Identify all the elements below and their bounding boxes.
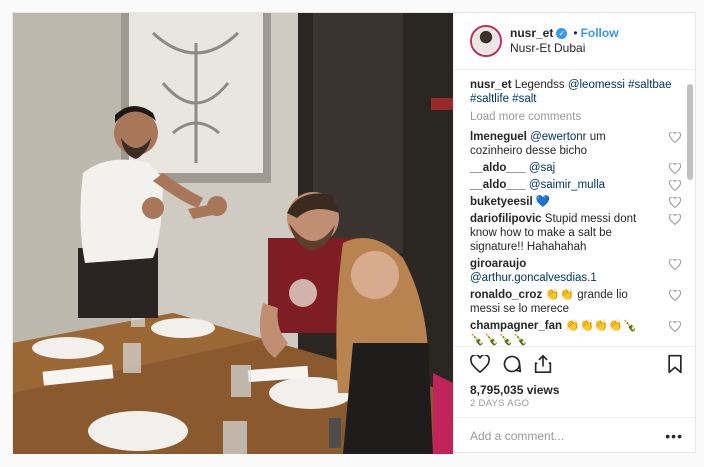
comment-username[interactable]: buketyeesil: [470, 196, 533, 208]
comment-item: __aldo___ @saj: [470, 161, 681, 175]
comment-like-heart-icon[interactable]: [669, 259, 681, 271]
username-link[interactable]: nusr_et: [510, 26, 553, 41]
comment-item: dariofilipovic Stupid messi dont know ho…: [470, 212, 681, 254]
comment-like-heart-icon[interactable]: [669, 290, 681, 302]
caption-username[interactable]: nusr_et: [470, 79, 512, 91]
comment-like-heart-icon[interactable]: [669, 132, 681, 144]
comment-username[interactable]: dariofilipovic: [470, 213, 542, 225]
comment-item: __aldo___ @saimir_mulla: [470, 178, 681, 192]
comment-like-heart-icon[interactable]: [669, 321, 681, 333]
post-dialog: nusr_et ✓ • Follow Nusr-Et Dubai nusr_et…: [12, 12, 696, 454]
comment-username[interactable]: giroaraujo: [470, 258, 526, 270]
comment-mention[interactable]: @ewertonr: [530, 131, 586, 143]
load-more-comments[interactable]: Load more comments: [470, 110, 681, 124]
comment-like-heart-icon[interactable]: [669, 163, 681, 175]
comment-username[interactable]: __aldo___: [470, 162, 526, 174]
comment-like-heart-icon[interactable]: [669, 214, 681, 226]
add-comment-bar: Add a comment... •••: [454, 416, 695, 454]
verified-badge-icon: ✓: [556, 28, 568, 40]
comment-username[interactable]: ronaldo_croz: [470, 289, 542, 301]
comment-username[interactable]: __aldo___: [470, 179, 526, 191]
comments-list[interactable]: nusr_et Legendss @leomessi #saltbae #sal…: [454, 70, 695, 346]
comment-mention[interactable]: @saimir_mulla: [529, 179, 605, 191]
heart-icon[interactable]: [470, 355, 490, 374]
comment-item: lmeneguel @ewertonr um cozinheiro desse …: [470, 130, 681, 158]
comment-item: champagner_fan 👏👏👏👏🍾🍾🍾🍾🍾: [470, 319, 681, 346]
comments-scrollbar[interactable]: [687, 84, 693, 181]
caption: nusr_et Legendss @leomessi #saltbae #sal…: [470, 78, 681, 106]
post-actions: [454, 346, 695, 381]
comment-text: lmeneguel @ewertonr um cozinheiro desse …: [470, 130, 648, 158]
post-video[interactable]: [13, 13, 453, 454]
comment-item: buketyeesil 💙: [470, 195, 681, 209]
comment-mention[interactable]: @arthur.goncalvesdias.1: [470, 272, 597, 284]
comment-input[interactable]: Add a comment...: [470, 429, 665, 443]
comment-like-heart-icon[interactable]: [669, 180, 681, 192]
view-count[interactable]: 8,795,035 views: [454, 382, 695, 398]
caption-text: Legendss: [514, 79, 565, 92]
follow-button[interactable]: Follow: [581, 26, 619, 41]
more-options-icon[interactable]: •••: [665, 428, 683, 444]
share-icon[interactable]: [534, 354, 552, 374]
comment-username[interactable]: champagner_fan: [470, 320, 562, 332]
post-sidebar: nusr_et ✓ • Follow Nusr-Et Dubai nusr_et…: [453, 13, 695, 454]
comment-icon[interactable]: [502, 354, 522, 374]
comment-body: 💙: [535, 196, 551, 209]
comment-like-heart-icon[interactable]: [669, 197, 681, 209]
post-header: nusr_et ✓ • Follow Nusr-Et Dubai: [454, 13, 695, 71]
separator-dot: •: [573, 26, 578, 41]
avatar[interactable]: [470, 25, 502, 58]
comment-text: __aldo___ @saj: [470, 161, 648, 175]
comment-item: ronaldo_croz 👏👏 grande lio messi se lo m…: [470, 288, 681, 316]
location-link[interactable]: Nusr-Et Dubai: [510, 41, 619, 56]
caption-mention[interactable]: @leomessi: [568, 79, 625, 91]
comment-item: giroaraujo @arthur.goncalvesdias.1: [470, 257, 681, 285]
comment-mention[interactable]: @saj: [529, 162, 555, 174]
comment-username[interactable]: lmeneguel: [470, 131, 527, 143]
comment-text: dariofilipovic Stupid messi dont know ho…: [470, 212, 648, 254]
comment-text: giroaraujo @arthur.goncalvesdias.1: [470, 257, 648, 285]
comment-text: ronaldo_croz 👏👏 grande lio messi se lo m…: [470, 288, 648, 316]
comment-text: __aldo___ @saimir_mulla: [470, 178, 648, 192]
timestamp[interactable]: 2 DAYS AGO: [454, 398, 695, 417]
comment-text: buketyeesil 💙: [470, 195, 648, 209]
comment-text: champagner_fan 👏👏👏👏🍾🍾🍾🍾🍾: [470, 319, 648, 346]
bookmark-icon[interactable]: [667, 354, 683, 374]
